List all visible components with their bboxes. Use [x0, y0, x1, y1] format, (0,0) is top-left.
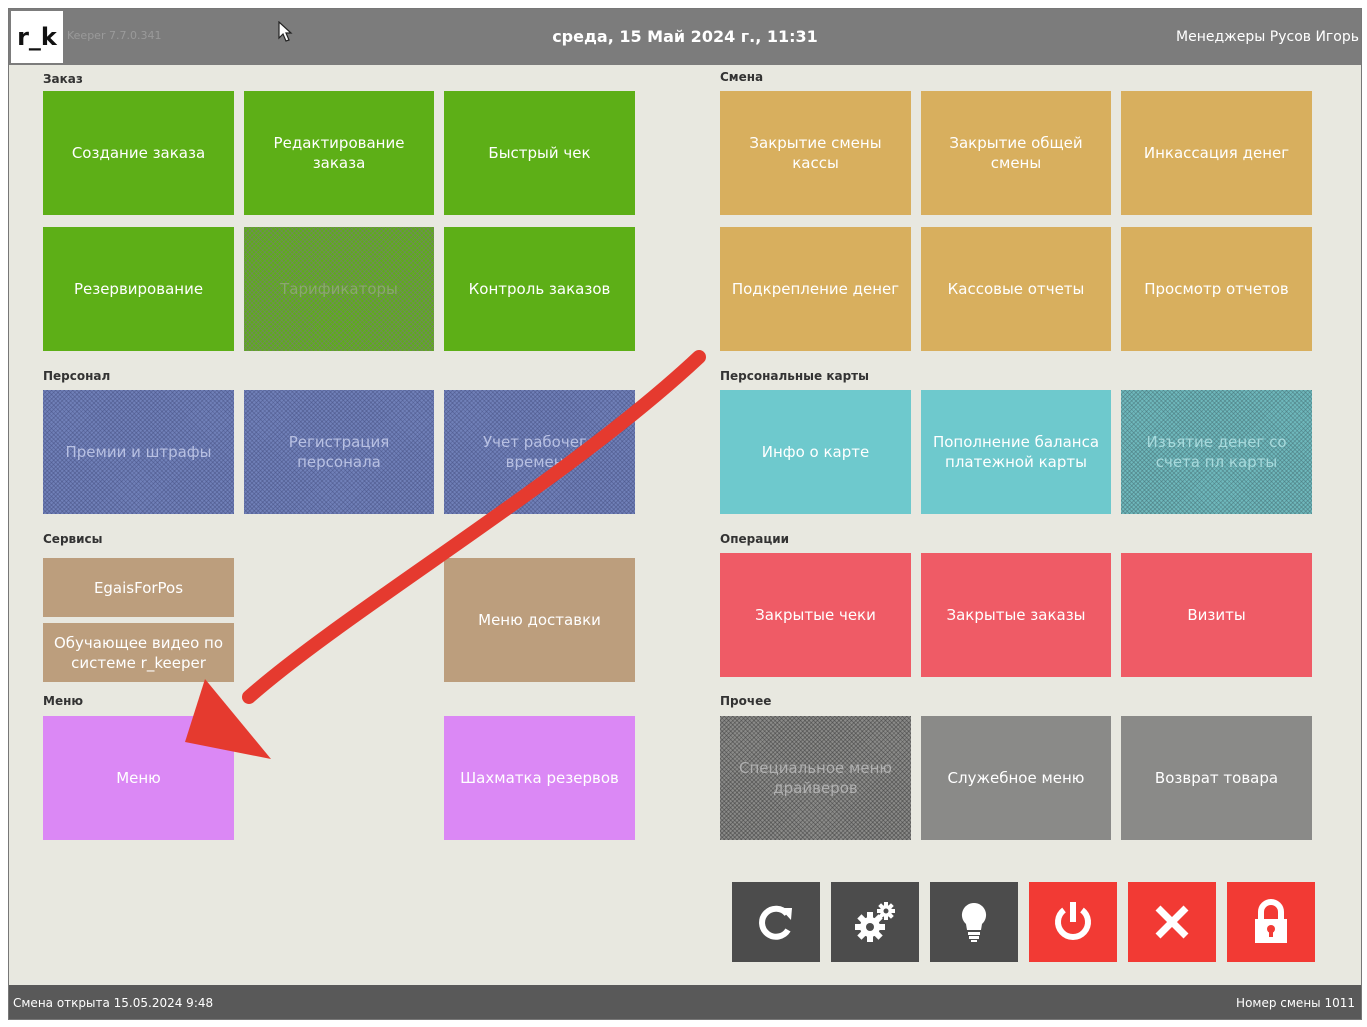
- current-datetime: среда, 15 Май 2024 г., 11:31: [552, 27, 818, 46]
- reservation-chart-button[interactable]: Шахматка резервов: [444, 716, 635, 840]
- section-title-staff: Персонал: [43, 369, 111, 383]
- cash-reinforcement-button[interactable]: Подкрепление денег: [720, 227, 911, 351]
- closed-checks-button[interactable]: Закрытые чеки: [720, 553, 911, 677]
- tariffs-button: Тарификаторы: [244, 227, 434, 351]
- view-reports-button[interactable]: Просмотр отчетов: [1121, 227, 1312, 351]
- close-general-shift-button[interactable]: Закрытие общей смены: [921, 91, 1111, 215]
- close-cash-shift-button[interactable]: Закрытие смены кассы: [720, 91, 911, 215]
- training-video-button[interactable]: Обучающее видео по системе r_keeper: [43, 623, 234, 682]
- bonuses-fines-button: Премии и штрафы: [43, 390, 234, 514]
- delivery-menu-button[interactable]: Меню доставки: [444, 558, 635, 682]
- section-title-cards: Персональные карты: [720, 369, 869, 383]
- section-title-menu: Меню: [43, 694, 84, 708]
- edit-order-button[interactable]: Редактирование заказа: [244, 91, 434, 215]
- section-title-order: Заказ: [43, 72, 83, 86]
- lock-icon: [1255, 899, 1287, 943]
- staff-registration-button: Регистрация персонала: [244, 390, 434, 514]
- reservation-button[interactable]: Резервирование: [43, 227, 234, 351]
- shift-number-text: Номер смены 1011: [1236, 996, 1355, 1010]
- power-icon: [1055, 902, 1091, 940]
- hint-button[interactable]: [930, 882, 1018, 962]
- section-title-services: Сервисы: [43, 532, 103, 546]
- refresh-icon: [759, 905, 792, 940]
- visits-button[interactable]: Визиты: [1121, 553, 1312, 677]
- cash-reports-button[interactable]: Кассовые отчеты: [921, 227, 1111, 351]
- order-control-button[interactable]: Контроль заказов: [444, 227, 635, 351]
- settings-button[interactable]: [831, 882, 919, 962]
- service-menu-button[interactable]: Служебное меню: [921, 716, 1111, 840]
- shift-opened-text: Смена открыта 15.05.2024 9:48: [13, 996, 214, 1010]
- power-button[interactable]: [1029, 882, 1117, 962]
- egais-button[interactable]: EgaisForPos: [43, 558, 234, 617]
- create-order-button[interactable]: Создание заказа: [43, 91, 234, 215]
- quick-check-button[interactable]: Быстрый чек: [444, 91, 635, 215]
- driver-menu-button: Специальное меню драйверов: [720, 716, 911, 840]
- cash-collection-button[interactable]: Инкассация денег: [1121, 91, 1312, 215]
- closed-orders-button[interactable]: Закрытые заказы: [921, 553, 1111, 677]
- return-goods-button[interactable]: Возврат товара: [1121, 716, 1312, 840]
- card-info-button[interactable]: Инфо о карте: [720, 390, 911, 514]
- lightbulb-icon: [961, 902, 987, 942]
- status-bar: Смена открыта 15.05.2024 9:48 Номер смен…: [9, 985, 1361, 1019]
- menu-button[interactable]: Меню: [43, 716, 234, 840]
- section-title-other: Прочее: [720, 694, 772, 708]
- current-user: Менеджеры Русов Игорь: [1176, 29, 1359, 45]
- lock-button[interactable]: [1227, 882, 1315, 962]
- section-title-operations: Операции: [720, 532, 790, 546]
- close-button[interactable]: [1128, 882, 1216, 962]
- withdraw-card-button: Изъятие денег со счета пл карты: [1121, 390, 1312, 514]
- app-window: r_k Keeper 7.7.0.341 среда, 15 Май 2024 …: [8, 8, 1362, 1020]
- section-title-shift: Смена: [720, 70, 764, 84]
- work-time-button: Учет рабочего времени: [444, 390, 635, 514]
- refresh-button[interactable]: [732, 882, 820, 962]
- top-bar: r_k Keeper 7.7.0.341 среда, 15 Май 2024 …: [9, 9, 1361, 65]
- close-icon: [1155, 905, 1189, 939]
- topup-card-button[interactable]: Пополнение баланса платежной карты: [921, 390, 1111, 514]
- settings-icon: [855, 902, 895, 942]
